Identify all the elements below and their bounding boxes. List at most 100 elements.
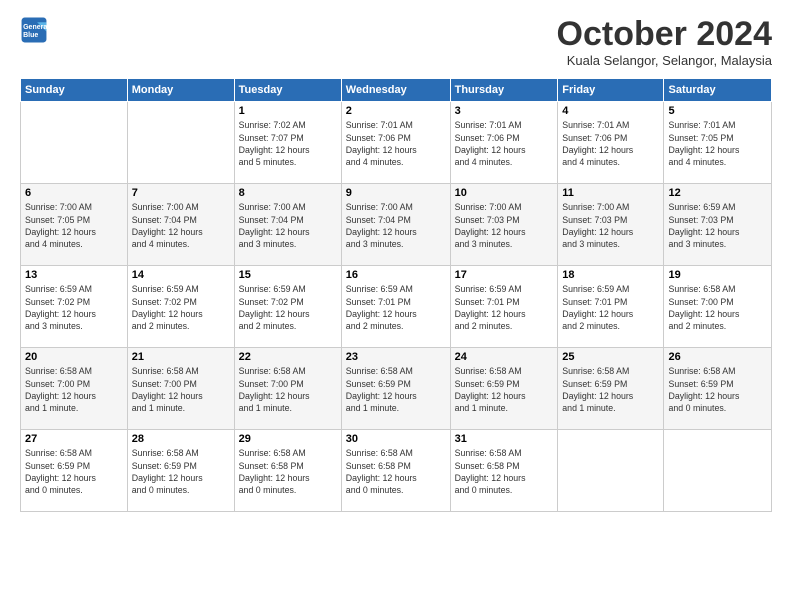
day-number: 1	[239, 105, 337, 117]
header-row: Sunday Monday Tuesday Wednesday Thursday…	[21, 79, 772, 102]
svg-text:Blue: Blue	[23, 32, 38, 39]
day-number: 12	[668, 187, 767, 199]
day-cell: 20 Sunrise: 6:58 AM Sunset: 7:00 PM Dayli…	[21, 348, 128, 430]
day-info: Sunrise: 6:58 AM Sunset: 7:00 PM Dayligh…	[132, 365, 230, 414]
day-number: 16	[346, 269, 446, 281]
day-info: Sunrise: 6:58 AM Sunset: 6:58 PM Dayligh…	[455, 447, 554, 496]
day-number: 31	[455, 433, 554, 445]
col-saturday: Saturday	[664, 79, 772, 102]
day-number: 14	[132, 269, 230, 281]
day-info: Sunrise: 6:59 AM Sunset: 7:01 PM Dayligh…	[455, 283, 554, 332]
logo-icon: General Blue	[20, 16, 48, 44]
day-info: Sunrise: 6:59 AM Sunset: 7:02 PM Dayligh…	[132, 283, 230, 332]
day-number: 18	[562, 269, 659, 281]
day-cell: 30 Sunrise: 6:58 AM Sunset: 6:58 PM Dayli…	[341, 430, 450, 512]
day-info: Sunrise: 6:59 AM Sunset: 7:02 PM Dayligh…	[25, 283, 123, 332]
day-number: 17	[455, 269, 554, 281]
day-cell: 18 Sunrise: 6:59 AM Sunset: 7:01 PM Dayli…	[558, 266, 664, 348]
day-cell: 19Sunrise: 6:58 AM Sunset: 7:00 PM Dayli…	[664, 266, 772, 348]
day-info: Sunrise: 6:59 AM Sunset: 7:01 PM Dayligh…	[562, 283, 659, 332]
day-cell: 29 Sunrise: 6:58 AM Sunset: 6:58 PM Dayli…	[234, 430, 341, 512]
day-info: Sunrise: 6:58 AM Sunset: 6:59 PM Dayligh…	[346, 365, 446, 414]
day-cell	[664, 430, 772, 512]
day-info: Sunrise: 7:01 AM Sunset: 7:06 PM Dayligh…	[562, 119, 659, 168]
day-cell: 24Sunrise: 6:58 AM Sunset: 6:59 PM Dayli…	[450, 348, 558, 430]
col-sunday: Sunday	[21, 79, 128, 102]
day-number: 15	[239, 269, 337, 281]
day-number: 19	[668, 269, 767, 281]
day-info: Sunrise: 6:58 AM Sunset: 6:59 PM Dayligh…	[455, 365, 554, 414]
calendar-body: 1 Sunrise: 7:02 AM Sunset: 7:07 PM Daylig…	[21, 102, 772, 512]
col-thursday: Thursday	[450, 79, 558, 102]
day-cell	[127, 102, 234, 184]
day-cell: 7 Sunrise: 7:00 AM Sunset: 7:04 PM Daylig…	[127, 184, 234, 266]
day-number: 6	[25, 187, 123, 199]
day-cell: 31 Sunrise: 6:58 AM Sunset: 6:58 PM Dayli…	[450, 430, 558, 512]
day-cell: 11 Sunrise: 7:00 AM Sunset: 7:03 PM Dayli…	[558, 184, 664, 266]
day-number: 21	[132, 351, 230, 363]
day-cell: 14 Sunrise: 6:59 AM Sunset: 7:02 PM Dayli…	[127, 266, 234, 348]
day-cell: 23 Sunrise: 6:58 AM Sunset: 6:59 PM Dayli…	[341, 348, 450, 430]
day-number: 7	[132, 187, 230, 199]
day-info: Sunrise: 6:59 AM Sunset: 7:02 PM Dayligh…	[239, 283, 337, 332]
day-number: 5	[668, 105, 767, 117]
day-number: 29	[239, 433, 337, 445]
day-cell: 5 Sunrise: 7:01 AM Sunset: 7:05 PM Daylig…	[664, 102, 772, 184]
day-number: 23	[346, 351, 446, 363]
day-cell: 17 Sunrise: 6:59 AM Sunset: 7:01 PM Dayli…	[450, 266, 558, 348]
day-info: Sunrise: 6:58 AM Sunset: 6:59 PM Dayligh…	[25, 447, 123, 496]
day-cell: 10Sunrise: 7:00 AM Sunset: 7:03 PM Dayli…	[450, 184, 558, 266]
calendar-table: Sunday Monday Tuesday Wednesday Thursday…	[20, 78, 772, 512]
day-cell: 26 Sunrise: 6:58 AM Sunset: 6:59 PM Dayli…	[664, 348, 772, 430]
day-number: 26	[668, 351, 767, 363]
day-cell: 4 Sunrise: 7:01 AM Sunset: 7:06 PM Daylig…	[558, 102, 664, 184]
day-cell: 6 Sunrise: 7:00 AM Sunset: 7:05 PM Daylig…	[21, 184, 128, 266]
day-info: Sunrise: 6:58 AM Sunset: 6:59 PM Dayligh…	[562, 365, 659, 414]
day-number: 27	[25, 433, 123, 445]
week-row-4: 20 Sunrise: 6:58 AM Sunset: 7:00 PM Dayli…	[21, 348, 772, 430]
day-info: Sunrise: 7:00 AM Sunset: 7:04 PM Dayligh…	[132, 201, 230, 250]
day-number: 9	[346, 187, 446, 199]
day-cell: 22 Sunrise: 6:58 AM Sunset: 7:00 PM Dayli…	[234, 348, 341, 430]
day-number: 4	[562, 105, 659, 117]
day-info: Sunrise: 6:58 AM Sunset: 6:58 PM Dayligh…	[346, 447, 446, 496]
logo: General Blue	[20, 16, 50, 44]
day-info: Sunrise: 6:58 AM Sunset: 6:58 PM Dayligh…	[239, 447, 337, 496]
day-info: Sunrise: 7:00 AM Sunset: 7:03 PM Dayligh…	[562, 201, 659, 250]
day-cell: 28 Sunrise: 6:58 AM Sunset: 6:59 PM Dayli…	[127, 430, 234, 512]
day-info: Sunrise: 6:58 AM Sunset: 6:59 PM Dayligh…	[668, 365, 767, 414]
day-info: Sunrise: 7:00 AM Sunset: 7:05 PM Dayligh…	[25, 201, 123, 250]
day-cell: 15 Sunrise: 6:59 AM Sunset: 7:02 PM Dayli…	[234, 266, 341, 348]
col-monday: Monday	[127, 79, 234, 102]
col-tuesday: Tuesday	[234, 79, 341, 102]
day-cell	[21, 102, 128, 184]
day-cell	[558, 430, 664, 512]
day-number: 8	[239, 187, 337, 199]
day-info: Sunrise: 7:02 AM Sunset: 7:07 PM Dayligh…	[239, 119, 337, 168]
day-number: 10	[455, 187, 554, 199]
col-wednesday: Wednesday	[341, 79, 450, 102]
day-info: Sunrise: 7:01 AM Sunset: 7:05 PM Dayligh…	[668, 119, 767, 168]
day-number: 22	[239, 351, 337, 363]
title-block: October 2024 Kuala Selangor, Selangor, M…	[557, 16, 772, 68]
week-row-3: 13Sunrise: 6:59 AM Sunset: 7:02 PM Dayli…	[21, 266, 772, 348]
day-info: Sunrise: 6:58 AM Sunset: 7:00 PM Dayligh…	[25, 365, 123, 414]
page: General Blue October 2024 Kuala Selangor…	[0, 0, 792, 612]
day-cell: 2 Sunrise: 7:01 AM Sunset: 7:06 PM Daylig…	[341, 102, 450, 184]
col-friday: Friday	[558, 79, 664, 102]
day-number: 28	[132, 433, 230, 445]
day-number: 20	[25, 351, 123, 363]
day-cell: 3Sunrise: 7:01 AM Sunset: 7:06 PM Daylig…	[450, 102, 558, 184]
day-info: Sunrise: 6:58 AM Sunset: 7:00 PM Dayligh…	[239, 365, 337, 414]
header: General Blue October 2024 Kuala Selangor…	[20, 16, 772, 68]
day-info: Sunrise: 6:58 AM Sunset: 6:59 PM Dayligh…	[132, 447, 230, 496]
day-number: 2	[346, 105, 446, 117]
day-number: 30	[346, 433, 446, 445]
day-number: 11	[562, 187, 659, 199]
day-cell: 25Sunrise: 6:58 AM Sunset: 6:59 PM Dayli…	[558, 348, 664, 430]
day-cell: 1 Sunrise: 7:02 AM Sunset: 7:07 PM Daylig…	[234, 102, 341, 184]
day-cell: 9 Sunrise: 7:00 AM Sunset: 7:04 PM Daylig…	[341, 184, 450, 266]
day-info: Sunrise: 7:00 AM Sunset: 7:04 PM Dayligh…	[346, 201, 446, 250]
day-info: Sunrise: 7:01 AM Sunset: 7:06 PM Dayligh…	[346, 119, 446, 168]
day-info: Sunrise: 7:00 AM Sunset: 7:04 PM Dayligh…	[239, 201, 337, 250]
